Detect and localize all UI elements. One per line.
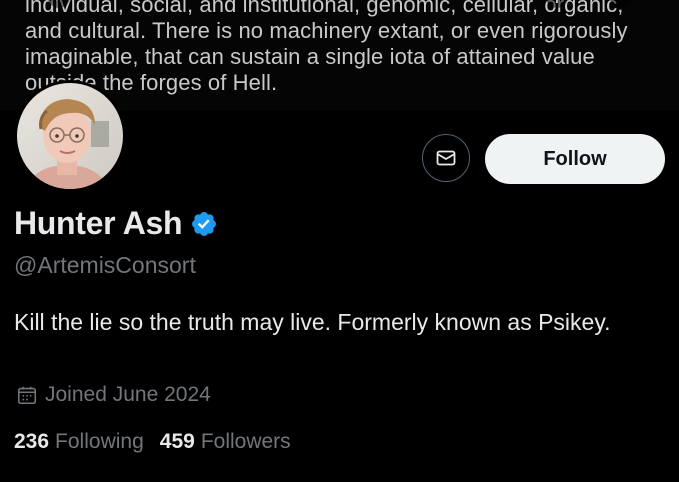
following-count: 236 bbox=[14, 430, 50, 453]
follow-button[interactable]: Follow bbox=[485, 134, 665, 184]
following-link[interactable]: 236 Following bbox=[14, 430, 144, 454]
joined-date: Joined June 2024 bbox=[16, 383, 211, 407]
verified-badge-icon[interactable] bbox=[190, 210, 218, 238]
calendar-icon bbox=[17, 386, 37, 405]
followers-label: Followers bbox=[200, 430, 291, 453]
avatar-photo bbox=[17, 83, 123, 189]
profile-handle: @ArtemisConsort bbox=[14, 252, 196, 278]
avatar[interactable] bbox=[14, 80, 126, 192]
followers-count: 459 bbox=[159, 430, 195, 453]
name-row: Hunter Ash bbox=[14, 205, 218, 242]
following-label: Following bbox=[55, 430, 144, 453]
follow-stats: 236 Following 459 Followers bbox=[14, 430, 291, 454]
banner-text: individual, social, and institutional, g… bbox=[25, 0, 628, 95]
joined-label: Joined June 2024 bbox=[45, 383, 211, 406]
envelope-icon bbox=[436, 150, 456, 166]
profile-bio: Kill the lie so the truth may live. Form… bbox=[14, 309, 611, 335]
message-button[interactable] bbox=[422, 134, 470, 182]
display-name: Hunter Ash bbox=[14, 205, 183, 241]
followers-link[interactable]: 459 Followers bbox=[160, 430, 291, 454]
